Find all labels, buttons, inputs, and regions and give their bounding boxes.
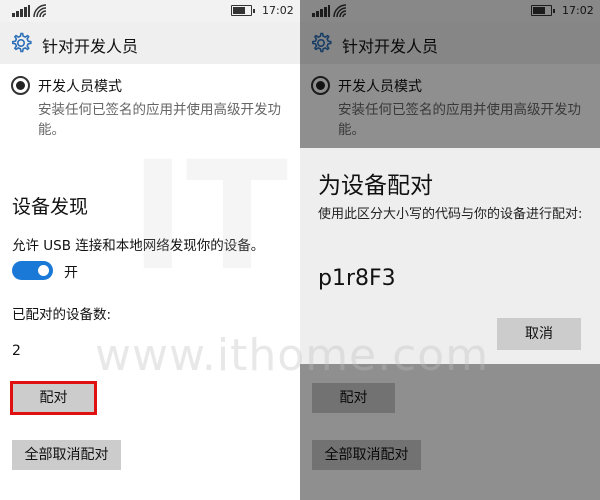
pair-device-dialog: 为设备配对 使用此区分大小写的代码与你的设备进行配对: p1r8F3 取消 — [300, 148, 600, 364]
pair-button-highlight — [10, 381, 97, 415]
page-title: 针对开发人员 — [42, 37, 139, 56]
pairing-code: p1r8F3 — [318, 266, 396, 291]
dialog-description: 使用此区分大小写的代码与你的设备进行配对: — [318, 207, 583, 222]
developer-mode-radio[interactable] — [11, 76, 30, 95]
radio-selected-dot — [16, 81, 25, 90]
dialog-title: 为设备配对 — [318, 173, 433, 199]
status-bar: 17:02 — [0, 0, 300, 22]
paired-count-label: 已配对的设备数: — [12, 307, 112, 323]
toggle-state-label: 开 — [64, 265, 78, 281]
settings-screen-right: 17:02 针对开发人员 开发人员模式 安装任何已签名的应用并使用高级开发功能。… — [300, 0, 600, 500]
toggle-knob — [38, 265, 49, 276]
cancel-button[interactable]: 取消 — [497, 318, 581, 350]
gear-icon — [12, 32, 32, 53]
settings-screen-left: 17:02 针对开发人员 开发人员模式 安装任何已签名的应用并使用高级开发功能。… — [0, 0, 300, 500]
page-header: 针对开发人员 — [0, 22, 300, 64]
device-discovery-toggle-label: 允许 USB 连接和本地网络发现你的设备。 — [12, 238, 265, 254]
battery-icon — [231, 5, 255, 16]
signal-strength-icon — [12, 5, 30, 17]
device-discovery-heading: 设备发现 — [12, 196, 89, 218]
paired-count-value: 2 — [12, 343, 21, 359]
developer-mode-label[interactable]: 开发人员模式 — [38, 76, 122, 96]
wifi-icon — [33, 4, 47, 18]
clock: 17:02 — [262, 4, 294, 17]
unpair-all-button[interactable]: 全部取消配对 — [12, 440, 121, 470]
developer-mode-description: 安装任何已签名的应用并使用高级开发功能。 — [38, 102, 281, 138]
device-discovery-toggle[interactable] — [12, 261, 53, 280]
